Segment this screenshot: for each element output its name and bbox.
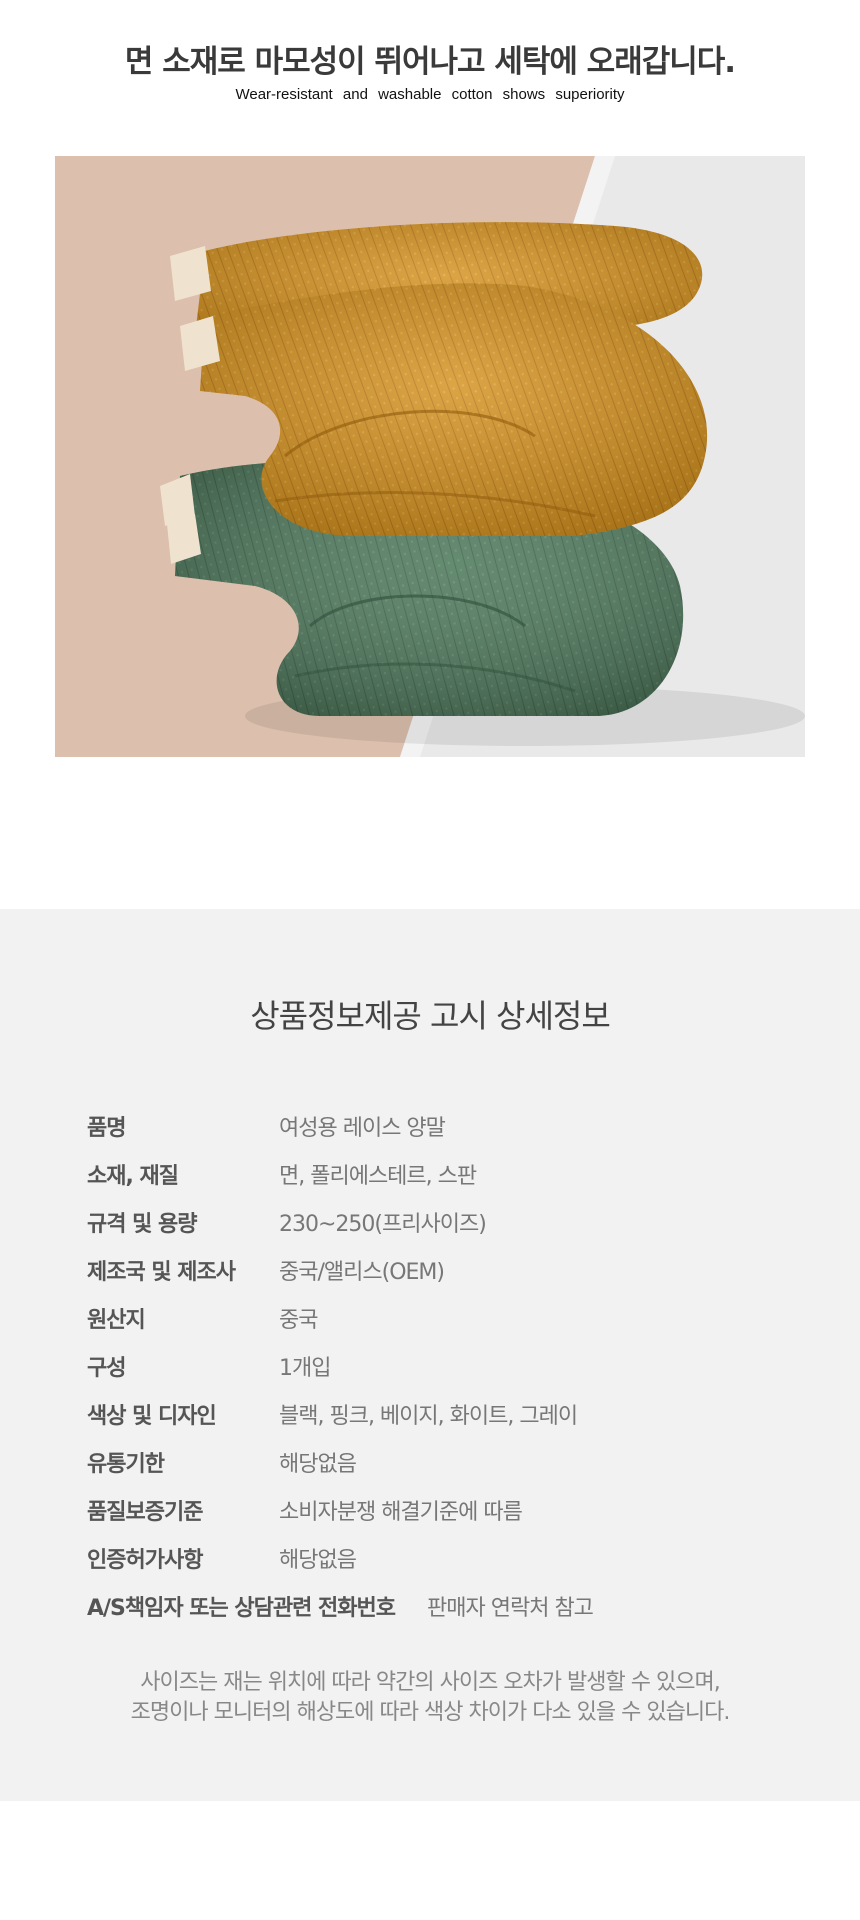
info-value: 해당없음 (279, 1452, 357, 1477)
info-value: 여성용 레이스 양말 (279, 1116, 446, 1141)
info-label: 소재, 재질 (87, 1164, 179, 1189)
info-row: 규격 및 용량 230~250(프리사이즈) (87, 1204, 487, 1240)
info-row: 인증허가사항 해당없음 (87, 1540, 357, 1576)
hero-subtitle: Wear-resistant and washable cotton shows… (235, 86, 625, 103)
info-label: 제조국 및 제조사 (87, 1260, 236, 1285)
info-value: 판매자 연락처 참고 (427, 1596, 594, 1621)
info-row: 소재, 재질 면, 폴리에스테르, 스판 (87, 1156, 477, 1192)
info-value: 면, 폴리에스테르, 스판 (279, 1164, 477, 1189)
info-label: 원산지 (87, 1308, 146, 1333)
info-row: 원산지 중국 (87, 1300, 318, 1336)
hero-title: 면 소재로 마모성이 뛰어나고 세탁에 오래갑니다. (124, 44, 736, 80)
info-row: 품질보증기준 소비자분쟁 해결기준에 따름 (87, 1492, 523, 1528)
info-value: 230~250(프리사이즈) (279, 1212, 487, 1237)
info-value: 1개입 (279, 1356, 331, 1381)
info-label: 품질보증기준 (87, 1500, 203, 1525)
product-photo (55, 156, 805, 757)
info-label: 품명 (87, 1116, 126, 1141)
info-value: 블랙, 핑크, 베이지, 화이트, 그레이 (279, 1404, 578, 1429)
notice-line: 사이즈는 재는 위치에 따라 약간의 사이즈 오차가 발생할 수 있으며, (140, 1670, 720, 1695)
info-value: 해당없음 (279, 1548, 357, 1573)
info-row: 제조국 및 제조사 중국/앨리스(OEM) (87, 1252, 445, 1288)
info-value: 중국 (279, 1308, 318, 1333)
notice-line: 조명이나 모니터의 해상도에 따라 색상 차이가 다소 있을 수 있습니다. (130, 1700, 731, 1725)
info-label: 구성 (87, 1356, 126, 1381)
info-row: 구성 1개입 (87, 1348, 331, 1384)
product-info-section: 상품정보제공 고시 상세정보 품명 여성용 레이스 양말 소재, 재질 면, 폴… (0, 909, 860, 1801)
info-row: 색상 및 디자인 블랙, 핑크, 베이지, 화이트, 그레이 (87, 1396, 578, 1432)
info-label: 규격 및 용량 (87, 1212, 198, 1237)
size-color-notice: 사이즈는 재는 위치에 따라 약간의 사이즈 오차가 발생할 수 있으며, 조명… (0, 1668, 860, 1728)
info-label: 색상 및 디자인 (87, 1404, 217, 1429)
info-row: A/S책임자 또는 상담관련 전화번호 판매자 연락처 참고 (87, 1588, 594, 1624)
info-label: 유통기한 (87, 1452, 165, 1477)
info-row: 품명 여성용 레이스 양말 (87, 1108, 446, 1144)
info-value: 중국/앨리스(OEM) (279, 1260, 445, 1285)
info-label: 인증허가사항 (87, 1548, 203, 1573)
product-info-title: 상품정보제공 고시 상세정보 (250, 997, 611, 1035)
info-row: 유통기한 해당없음 (87, 1444, 357, 1480)
info-value: 소비자분쟁 해결기준에 따름 (279, 1500, 523, 1525)
info-label: A/S책임자 또는 상담관련 전화번호 (87, 1596, 396, 1621)
